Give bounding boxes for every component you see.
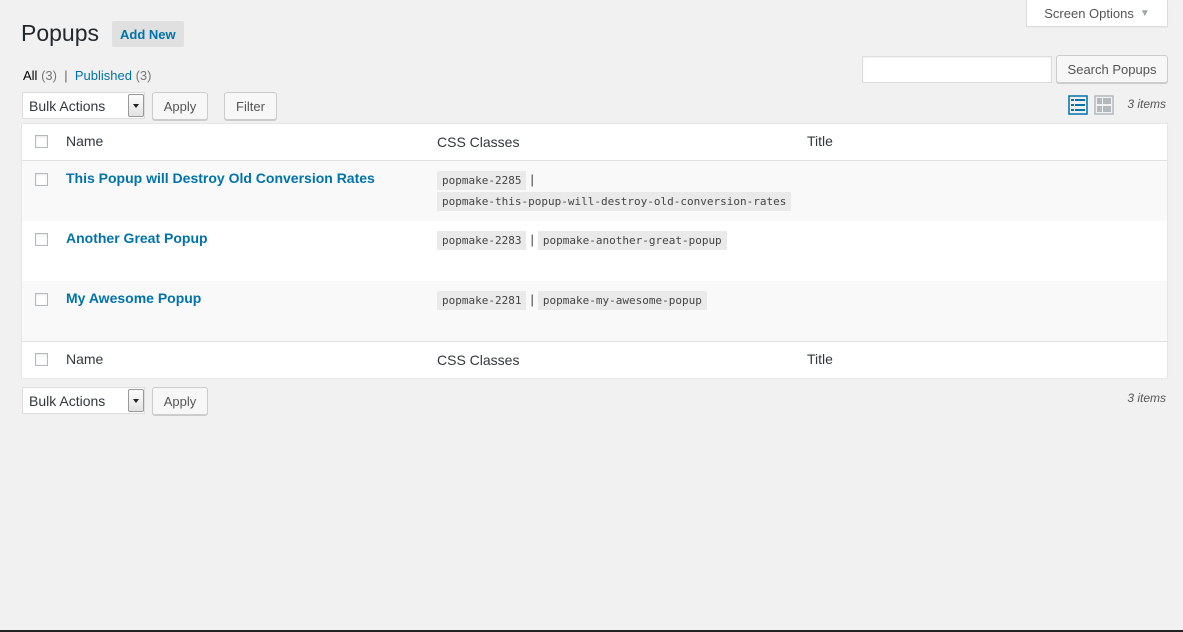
dropdown-arrow-icon <box>128 389 144 412</box>
popup-title-link[interactable]: This Popup will Destroy Old Conversion R… <box>66 170 375 186</box>
popup-title-link[interactable]: My Awesome Popup <box>66 290 201 306</box>
add-new-button[interactable]: Add New <box>112 21 184 47</box>
screen-options-button[interactable]: Screen Options ▼ <box>1026 0 1168 27</box>
column-css-classes: CSS Classes <box>437 352 520 368</box>
popup-title-link[interactable]: Another Great Popup <box>66 230 208 246</box>
css-class-id: popmake-2281 <box>437 291 527 310</box>
filter-button[interactable]: Filter <box>224 92 277 120</box>
popups-table: Name CSS Classes Title This Popup will D… <box>21 123 1168 378</box>
column-title[interactable]: Title <box>807 133 833 149</box>
table-row: Another Great Popup popmake-2283 | popmake… <box>22 221 1167 281</box>
filter-all[interactable]: All <box>23 68 37 83</box>
class-separator: | <box>530 232 534 247</box>
bulk-actions-value: Bulk Actions <box>29 97 106 114</box>
status-filters: All (3) | Published (3) <box>23 68 151 83</box>
class-separator: | <box>530 292 534 307</box>
dropdown-arrow-icon <box>128 94 144 117</box>
column-title[interactable]: Title <box>807 351 833 367</box>
bulk-actions-value: Bulk Actions <box>29 392 106 409</box>
css-class-slug: popmake-another-great-popup <box>537 231 727 250</box>
select-all-checkbox-bottom[interactable] <box>35 353 48 366</box>
list-view-icon[interactable] <box>1068 95 1088 115</box>
row-checkbox[interactable] <box>35 293 48 306</box>
items-count-top: 3 items <box>1127 97 1166 111</box>
column-css-classes: CSS Classes <box>437 134 520 150</box>
column-name[interactable]: Name <box>66 351 103 367</box>
search-popups-button[interactable]: Search Popups <box>1056 55 1168 83</box>
css-class-slug: popmake-this-popup-will-destroy-old-conv… <box>437 192 792 211</box>
excerpt-view-icon[interactable] <box>1094 95 1114 115</box>
apply-button-bottom[interactable]: Apply <box>152 387 208 415</box>
table-row: This Popup will Destroy Old Conversion R… <box>22 161 1167 221</box>
items-count-bottom: 3 items <box>1127 391 1166 405</box>
row-checkbox[interactable] <box>35 173 48 186</box>
screen-options-label: Screen Options <box>1044 5 1134 21</box>
filter-published[interactable]: Published <box>75 68 132 83</box>
row-checkbox[interactable] <box>35 233 48 246</box>
bulk-actions-select-bottom[interactable]: Bulk Actions <box>22 387 145 414</box>
table-footer: Name CSS Classes Title <box>22 341 1167 378</box>
class-separator: | <box>530 172 534 187</box>
css-classes: popmake-2285 | popmake-this-popup-will-de… <box>437 169 799 212</box>
filter-all-count: (3) <box>41 68 57 83</box>
css-class-slug: popmake-my-awesome-popup <box>537 291 707 310</box>
filter-separator: | <box>64 68 68 83</box>
bulk-actions-select-top[interactable]: Bulk Actions <box>22 92 145 119</box>
select-all-checkbox-top[interactable] <box>35 135 48 148</box>
css-classes: popmake-2281 | popmake-my-awesome-popup <box>437 289 799 311</box>
search-input[interactable] <box>862 56 1052 83</box>
column-name[interactable]: Name <box>66 133 103 149</box>
table-header: Name CSS Classes Title <box>22 124 1167 161</box>
apply-button-top[interactable]: Apply <box>152 92 208 120</box>
css-class-id: popmake-2283 <box>437 231 527 250</box>
table-row: My Awesome Popup popmake-2281 | popmake-my… <box>22 281 1167 341</box>
css-class-id: popmake-2285 <box>437 171 527 190</box>
css-classes: popmake-2283 | popmake-another-great-popup <box>437 229 799 251</box>
filter-published-count: (3) <box>135 68 152 83</box>
caret-down-icon: ▼ <box>1139 7 1150 19</box>
page-title: Popups <box>21 20 100 46</box>
